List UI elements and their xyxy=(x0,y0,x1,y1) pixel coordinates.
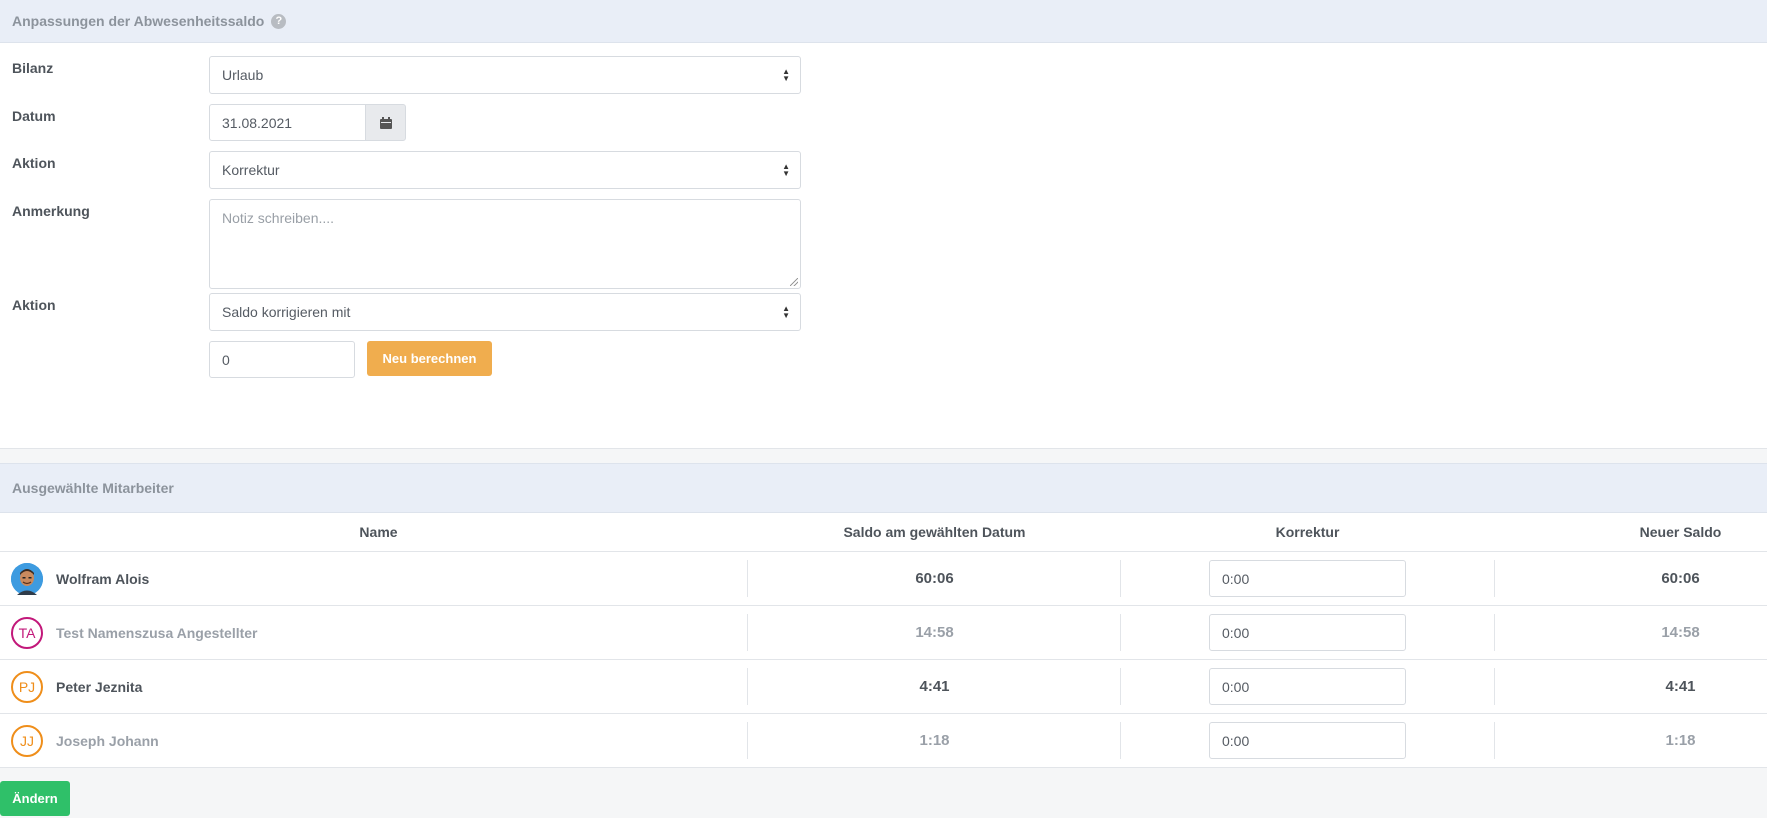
column-header-korrektur: Korrektur xyxy=(1275,524,1340,540)
avatar: TA xyxy=(11,616,43,649)
korrektur-input-value: 0:00 xyxy=(1222,678,1250,695)
bilanz-select[interactable]: Urlaub ▲ ▼ xyxy=(209,56,801,94)
avatar xyxy=(11,562,43,595)
submit-change-button[interactable]: Ändern xyxy=(0,781,70,816)
anmerkung-textarea[interactable]: Notiz schreiben.... xyxy=(209,199,801,289)
datum-label: Datum xyxy=(12,108,56,124)
neuer-saldo-value: 60:06 xyxy=(1661,570,1700,587)
select-arrows-icon: ▲ ▼ xyxy=(782,162,790,178)
amount-input-value: 0 xyxy=(222,351,230,368)
saldo-value: 1:18 xyxy=(919,732,950,749)
saldo-value: 14:58 xyxy=(915,624,954,641)
anmerkung-placeholder: Notiz schreiben.... xyxy=(222,210,335,226)
calendar-button[interactable] xyxy=(365,104,406,141)
employees-table: Name Saldo am gewählten Datum Korrektur … xyxy=(0,513,1767,768)
adjustments-panel: Anpassungen der Abwesenheitssaldo ? Bila… xyxy=(0,0,1767,449)
neuer-saldo-value: 1:18 xyxy=(1665,732,1696,749)
table-row: JJ Joseph Johann 1:18 0:00 1:18 xyxy=(0,714,1767,768)
column-divider xyxy=(1120,722,1121,759)
table-header: Name Saldo am gewählten Datum Korrektur … xyxy=(0,513,1767,552)
datum-input[interactable]: 31.08.2021 xyxy=(209,104,366,141)
aktion-select[interactable]: Korrektur ▲ ▼ xyxy=(209,151,801,189)
select-arrows-icon: ▲ ▼ xyxy=(782,67,790,83)
user-photo-icon xyxy=(11,562,43,595)
table-row: PJ Peter Jeznita 4:41 0:00 4:41 xyxy=(0,660,1767,714)
table-row: Wolfram Alois 60:06 0:00 60:06 xyxy=(0,552,1767,606)
employee-name: Test Namenszusa Angestellter xyxy=(56,624,258,641)
korrektur-input-value: 0:00 xyxy=(1222,570,1250,587)
adjustments-title: Anpassungen der Abwesenheitssaldo xyxy=(12,13,265,29)
adjustments-form: Bilanz Urlaub ▲ ▼ Datum 31.08.2021 Aktion… xyxy=(0,43,1767,449)
column-header-neuer-saldo: Neuer Saldo xyxy=(1639,524,1722,540)
select-arrows-icon: ▲ ▼ xyxy=(782,304,790,320)
korrektur-input[interactable]: 0:00 xyxy=(1209,668,1406,705)
aktion2-label: Aktion xyxy=(12,297,56,313)
employees-section-header: Ausgewählte Mitarbeiter xyxy=(0,463,1767,513)
column-divider xyxy=(1120,560,1121,597)
column-header-name: Name xyxy=(359,524,398,540)
anmerkung-label: Anmerkung xyxy=(12,203,90,219)
neuer-saldo-value: 14:58 xyxy=(1661,624,1700,641)
calendar-icon xyxy=(379,116,392,129)
employee-name: Wolfram Alois xyxy=(56,570,150,587)
amount-input[interactable]: 0 xyxy=(209,341,355,378)
column-divider xyxy=(1120,614,1121,651)
saldo-value: 60:06 xyxy=(915,570,954,587)
korrektur-input[interactable]: 0:00 xyxy=(1209,614,1406,651)
korrektur-input[interactable]: 0:00 xyxy=(1209,722,1406,759)
employee-name: Joseph Johann xyxy=(56,732,159,749)
table-row: TA Test Namenszusa Angestellter 14:58 0:… xyxy=(0,606,1767,660)
recalculate-button[interactable]: Neu berechnen xyxy=(367,341,492,376)
column-divider xyxy=(1120,668,1121,705)
employee-name: Peter Jeznita xyxy=(56,678,143,695)
korrektur-input-value: 0:00 xyxy=(1222,732,1250,749)
saldo-value: 4:41 xyxy=(919,678,950,695)
aktion-select-value: Korrektur xyxy=(222,162,280,178)
datum-input-value: 31.08.2021 xyxy=(222,114,293,131)
bilanz-select-value: Urlaub xyxy=(222,67,264,83)
aktion2-select[interactable]: Saldo korrigieren mit ▲ ▼ xyxy=(209,293,801,331)
avatar: PJ xyxy=(11,670,43,703)
neuer-saldo-value: 4:41 xyxy=(1665,678,1696,695)
column-header-saldo: Saldo am gewählten Datum xyxy=(843,524,1026,540)
employees-section-title: Ausgewählte Mitarbeiter xyxy=(12,480,174,496)
aktion2-select-value: Saldo korrigieren mit xyxy=(222,304,351,320)
avatar: JJ xyxy=(11,724,43,757)
resize-grip-icon[interactable] xyxy=(790,278,798,286)
korrektur-input-value: 0:00 xyxy=(1222,624,1250,641)
korrektur-input[interactable]: 0:00 xyxy=(1209,560,1406,597)
bilanz-label: Bilanz xyxy=(12,60,54,76)
aktion-label: Aktion xyxy=(12,155,56,171)
help-icon[interactable]: ? xyxy=(271,13,287,29)
adjustments-panel-header: Anpassungen der Abwesenheitssaldo ? xyxy=(0,0,1767,43)
